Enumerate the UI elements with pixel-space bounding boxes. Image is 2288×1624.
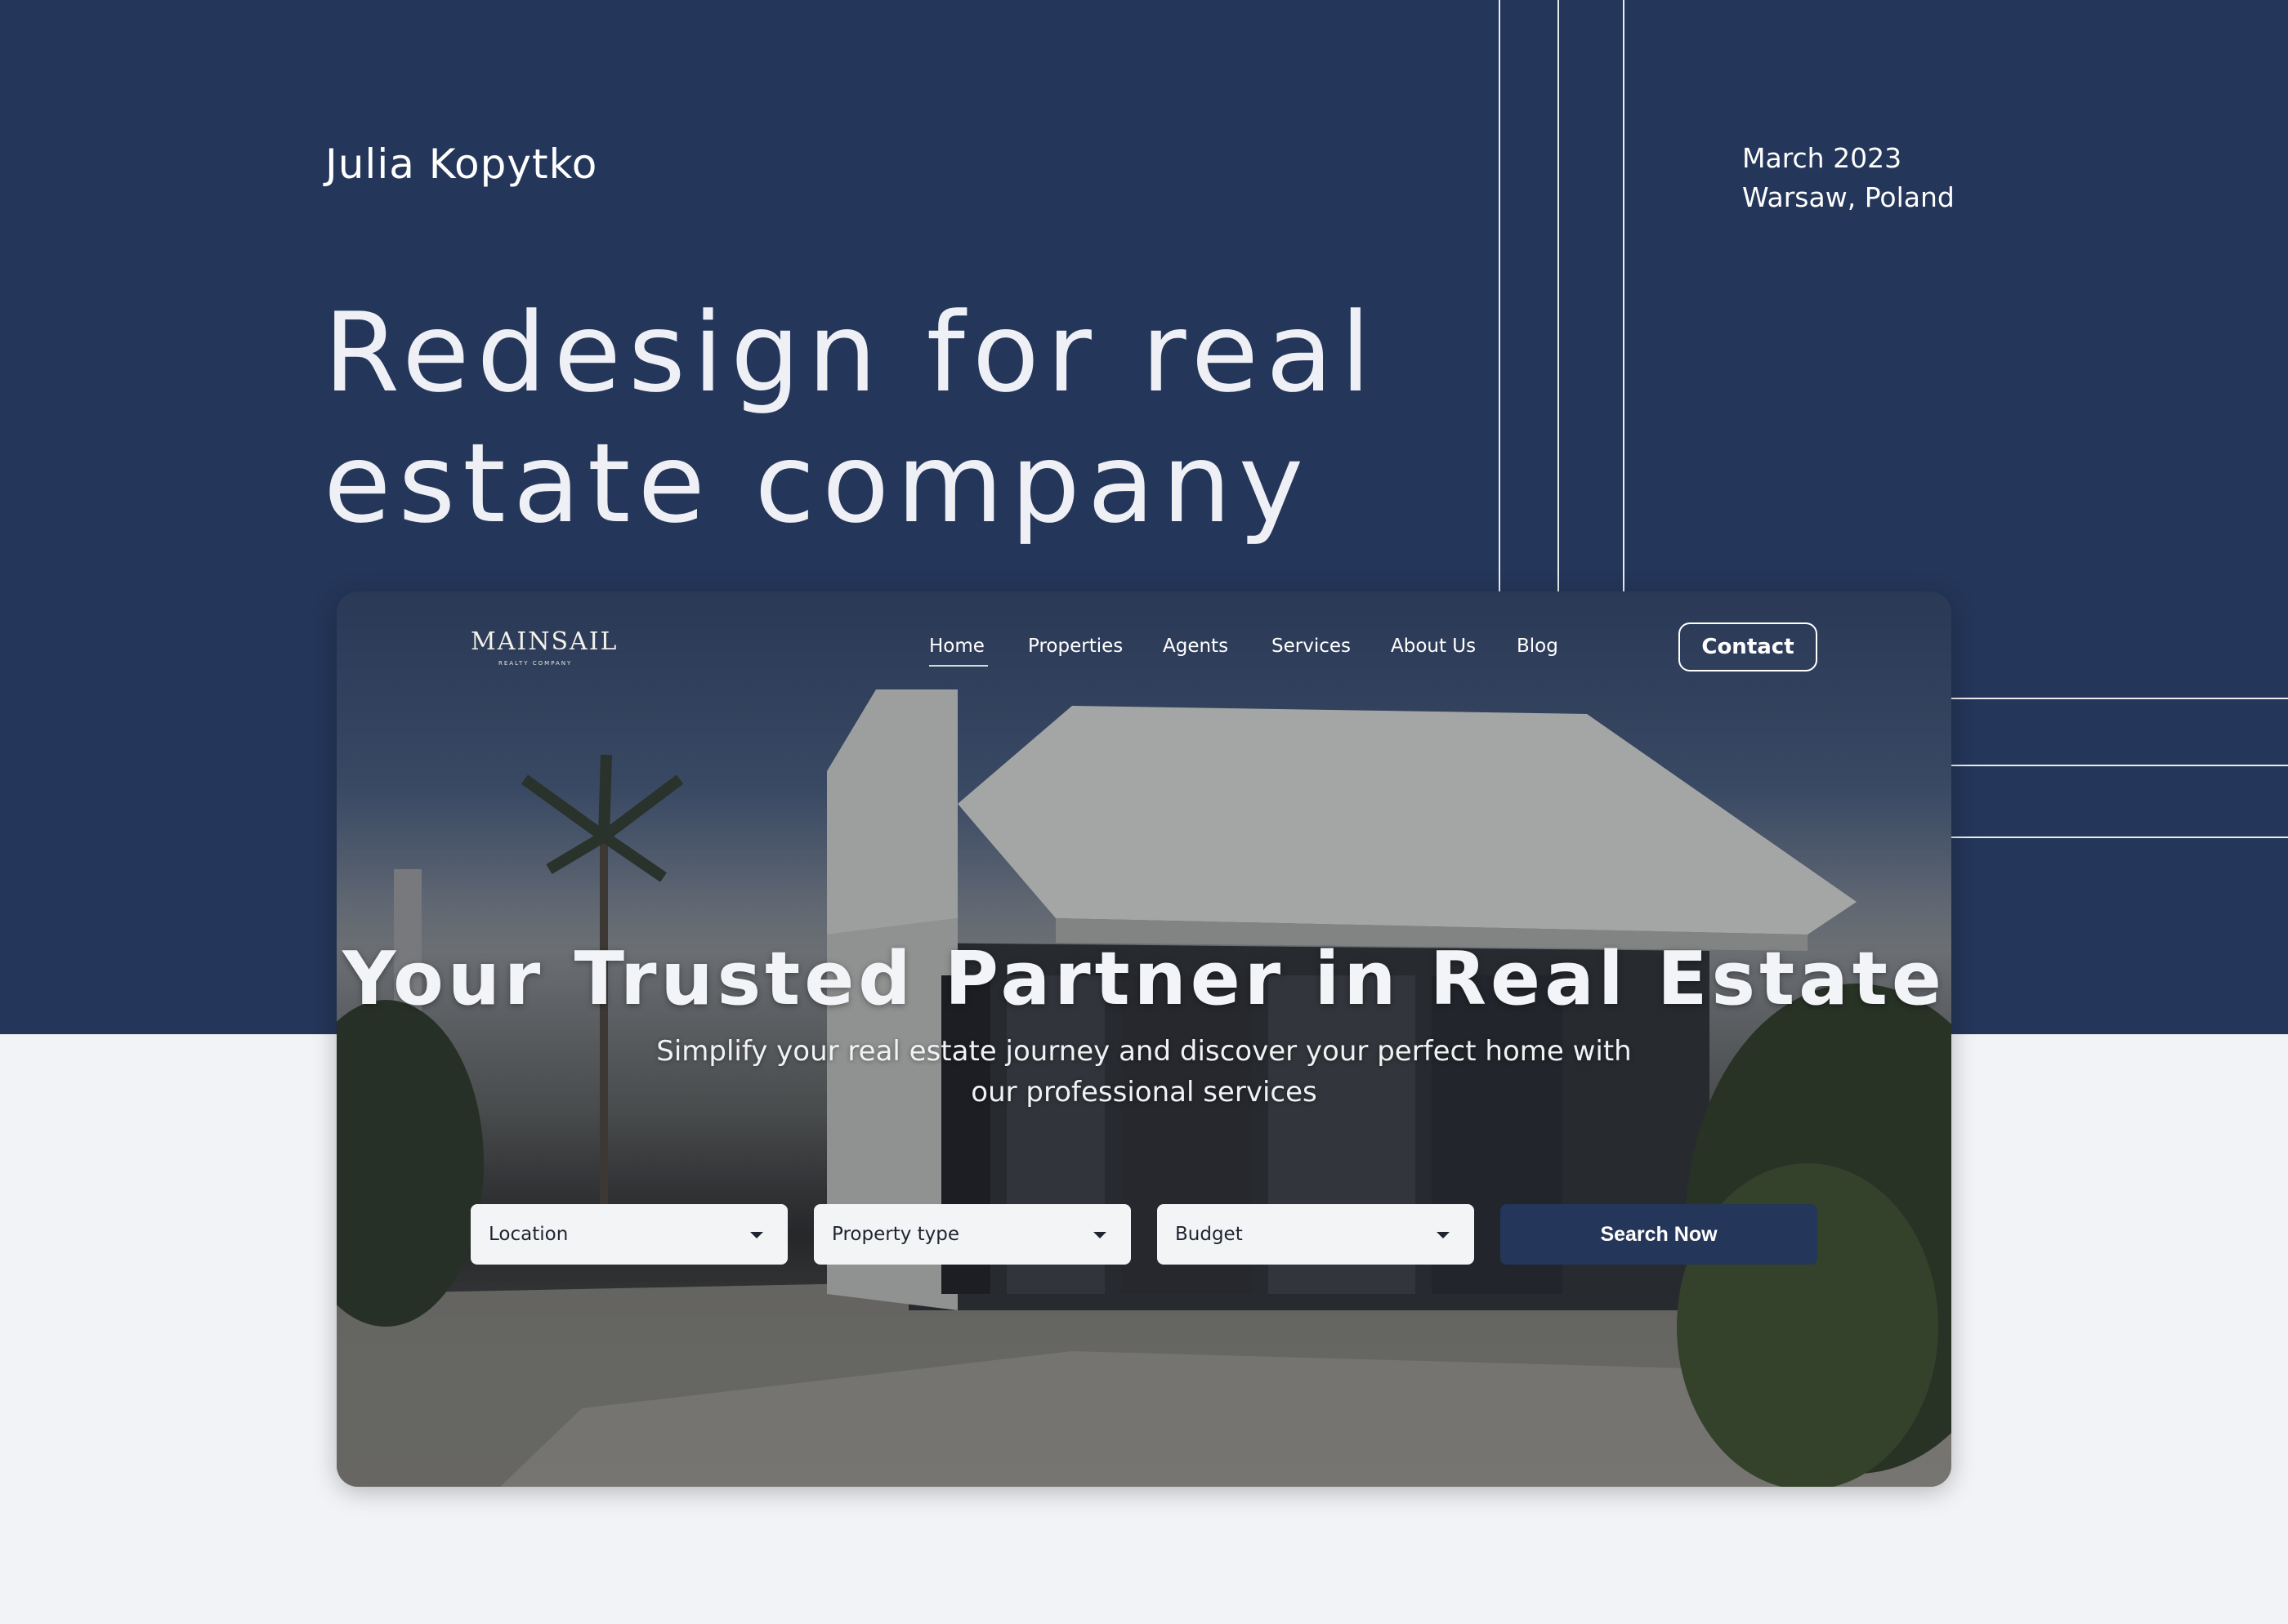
nav-item-properties[interactable]: Properties [1028, 636, 1123, 657]
hero-subtitle: Simplify your real estate journey and di… [654, 1031, 1634, 1113]
chevron-down-icon [750, 1232, 763, 1238]
project-date: March 2023 [1742, 142, 1902, 174]
page-title-line: estate company [324, 420, 1312, 547]
nav-item-about-us[interactable]: About Us [1391, 636, 1476, 657]
location-select[interactable]: Location [471, 1204, 788, 1265]
budget-select-label: Budget [1175, 1224, 1243, 1245]
budget-select[interactable]: Budget [1157, 1204, 1474, 1265]
decorative-vertical-line [1557, 0, 1559, 591]
nav-item-blog[interactable]: Blog [1517, 636, 1558, 657]
hero-subtitle-line: Simplify your real estate journey and di… [656, 1035, 1632, 1068]
project-meta: March 2023 Warsaw, Poland [1742, 139, 1955, 217]
page-title-line: Redesign for real [324, 289, 1379, 417]
chevron-down-icon [1093, 1232, 1106, 1238]
decorative-horizontal-line [1951, 837, 2288, 838]
search-now-button[interactable]: Search Now [1500, 1204, 1817, 1265]
nav-item-services[interactable]: Services [1271, 636, 1351, 657]
decorative-vertical-line [1623, 0, 1624, 591]
property-type-select-label: Property type [832, 1224, 960, 1245]
decorative-horizontal-line [1951, 765, 2288, 766]
project-location: Warsaw, Poland [1742, 181, 1955, 213]
contact-button[interactable]: Contact [1678, 622, 1817, 671]
nav-item-agents[interactable]: Agents [1163, 636, 1228, 657]
hero-subtitle-line: our professional services [971, 1076, 1317, 1109]
website-mockup: MAINSAIL REALTY COMPANY Home Properties … [337, 591, 1951, 1487]
property-type-select[interactable]: Property type [814, 1204, 1131, 1265]
author-name: Julia Kopytko [325, 141, 598, 188]
page-title: Redesign for real estate company [324, 288, 1549, 549]
nav-item-home[interactable]: Home [929, 636, 988, 667]
chevron-down-icon [1437, 1232, 1450, 1238]
hero-title: Your Trusted Partner in Real Estate [342, 936, 1946, 1022]
decorative-horizontal-line [1951, 698, 2288, 699]
location-select-label: Location [489, 1224, 569, 1245]
